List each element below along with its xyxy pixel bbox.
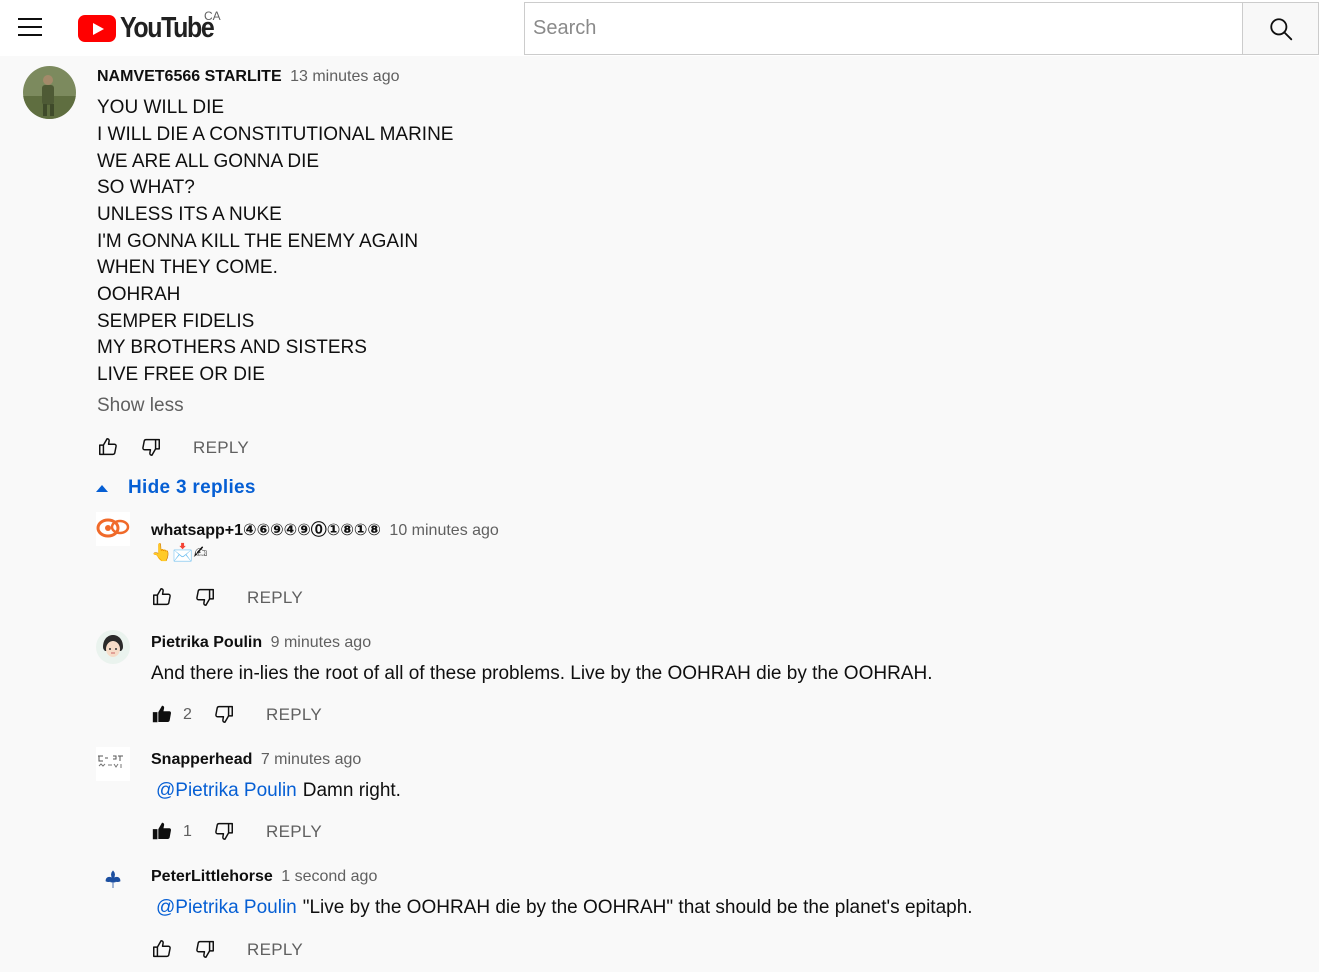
search-input[interactable] [525, 3, 1244, 54]
like-count: 2 [183, 706, 192, 723]
thumbs-down-icon[interactable] [194, 938, 216, 960]
like-count: 1 [183, 823, 192, 840]
comment-text-line: SEMPER FIDELIS [97, 311, 255, 332]
comment-text-line: OOHRAH [97, 284, 181, 305]
reply-time[interactable]: 7 minutes ago [261, 751, 362, 768]
thumbs-up-icon[interactable] [151, 938, 173, 960]
reply-header: Snapperhead 7 minutes ago [151, 751, 361, 769]
comment-author-avatar[interactable] [23, 66, 76, 119]
mention-link[interactable]: @Pietrika Poulin [156, 780, 297, 801]
masthead: YouTube CA [0, 0, 1319, 56]
reply-button[interactable]: REPLY [193, 438, 249, 458]
hide-replies-button[interactable]: Hide 3 replies [94, 474, 256, 502]
reply-author-avatar[interactable] [96, 747, 130, 781]
search-icon [1269, 17, 1292, 40]
reply-text: Damn right. [302, 780, 401, 801]
reply-author[interactable]: whatsapp+1④⑥⑨④⑨⓪①⑧①⑧ [151, 522, 381, 539]
thumbs-down-icon[interactable] [213, 703, 235, 725]
hide-replies-label: Hide 3 replies [128, 477, 256, 498]
search-box [524, 2, 1244, 55]
reply-text: "Live by the OOHRAH die by the OOHRAH" t… [302, 897, 973, 918]
comment-header: NAMVET6566 STARLITE 13 minutes ago [97, 68, 399, 86]
reply-button[interactable]: REPLY [266, 705, 322, 725]
reply-author-avatar[interactable] [96, 512, 130, 546]
chevron-up-icon [96, 484, 108, 492]
reply-header: whatsapp+1④⑥⑨④⑨⓪①⑧①⑧ 10 minutes ago [151, 516, 499, 540]
thumbs-down-icon[interactable] [194, 586, 216, 608]
reply-author-avatar[interactable] [96, 864, 130, 898]
reply-text-container: @Pietrika Poulin Damn right. [151, 780, 401, 802]
comment-text-line: I'M GONNA KILL THE ENEMY AGAIN [97, 231, 419, 252]
reply-author[interactable]: Pietrika Poulin [151, 634, 262, 651]
reply-header: Pietrika Poulin 9 minutes ago [151, 634, 371, 652]
reply-author-avatar[interactable] [96, 630, 130, 664]
comment-text-line: UNLESS ITS A NUKE [97, 204, 282, 225]
comment-text-line: WHEN THEY COME. [97, 257, 278, 278]
thumbs-up-icon[interactable] [151, 586, 173, 608]
hamburger-menu-icon[interactable] [18, 16, 44, 38]
reply-text: 👆📩✍ [151, 543, 208, 562]
youtube-play-icon [78, 14, 116, 42]
comment-text-line: YOU WILL DIE [97, 97, 225, 118]
comment-text-line: LIVE FREE OR DIE [97, 364, 265, 385]
thumbs-up-icon[interactable] [151, 820, 173, 842]
reply-time[interactable]: 10 minutes ago [389, 522, 498, 539]
reply-author[interactable]: PeterLittlehorse [151, 868, 273, 885]
reply-button[interactable]: REPLY [266, 822, 322, 842]
reply-header: PeterLittlehorse 1 second ago [151, 868, 377, 886]
comment-text-line: SO WHAT? [97, 177, 195, 198]
thumbs-down-icon[interactable] [140, 436, 162, 458]
comment-text-line: I WILL DIE A CONSTITUTIONAL MARINE [97, 124, 454, 145]
country-code: CA [204, 9, 221, 23]
thumbs-down-icon[interactable] [213, 820, 235, 842]
thumbs-up-icon[interactable] [151, 703, 173, 725]
comment-time[interactable]: 13 minutes ago [290, 68, 399, 85]
reply-author[interactable]: Snapperhead [151, 751, 252, 768]
search-button[interactable] [1242, 2, 1319, 55]
reply-time[interactable]: 1 second ago [281, 868, 377, 885]
thumbs-up-icon[interactable] [97, 436, 119, 458]
reply-time[interactable]: 9 minutes ago [271, 634, 372, 651]
comment-text-line: MY BROTHERS AND SISTERS [97, 337, 367, 358]
comment-text-line: WE ARE ALL GONNA DIE [97, 151, 320, 172]
reply-button[interactable]: REPLY [247, 940, 303, 960]
mention-link[interactable]: @Pietrika Poulin [156, 897, 297, 918]
comment-author[interactable]: NAMVET6566 STARLITE [97, 68, 282, 85]
show-less-button[interactable]: Show less [97, 395, 184, 417]
reply-text: And there in-lies the root of all of the… [151, 663, 933, 684]
reply-text-container: @Pietrika Poulin "Live by the OOHRAH die … [151, 897, 973, 919]
logo-text: YouTube [120, 11, 215, 44]
reply-button[interactable]: REPLY [247, 588, 303, 608]
